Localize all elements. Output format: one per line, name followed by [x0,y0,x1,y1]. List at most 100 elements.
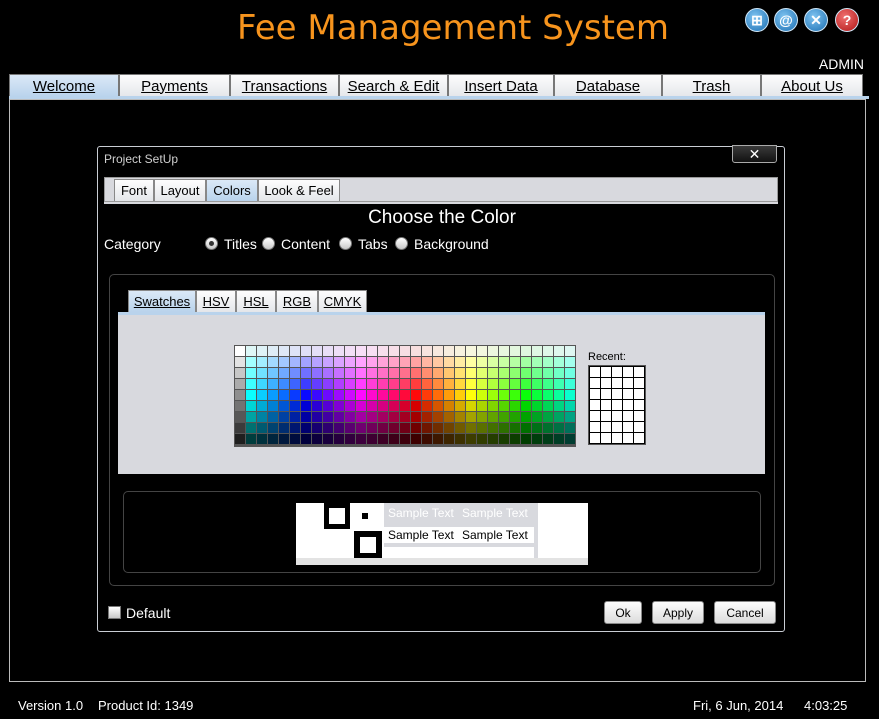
swatch-cell[interactable] [334,434,344,444]
swatch-cell[interactable] [268,368,278,378]
swatch-cell[interactable] [257,357,267,367]
swatch-cell[interactable] [323,434,333,444]
swatch-cell[interactable] [455,412,465,422]
tab-database[interactable]: Database [554,74,662,97]
swatch-cell[interactable] [400,434,410,444]
swatch-cell[interactable] [477,390,487,400]
swatch-cell[interactable] [268,379,278,389]
swatch-cell[interactable] [543,423,553,433]
swatch-cell[interactable] [433,379,443,389]
swatch-cell[interactable] [521,357,531,367]
radio-background[interactable] [395,237,408,250]
swatch-cell[interactable] [246,346,256,356]
swatch-cell[interactable] [301,390,311,400]
swatch-cell[interactable] [565,390,575,400]
tab-transactions[interactable]: Transactions [230,74,339,97]
tab-look-feel[interactable]: Look & Feel [258,179,340,201]
swatch-cell[interactable] [521,368,531,378]
swatch-cell[interactable] [334,379,344,389]
swatch-cell[interactable] [532,423,542,433]
swatch-cell[interactable] [510,357,520,367]
swatch-cell[interactable] [455,423,465,433]
swatch-cell[interactable] [565,346,575,356]
swatch-cell[interactable] [378,412,388,422]
swatch-cell[interactable] [411,412,421,422]
swatch-cell[interactable] [367,357,377,367]
swatch-cell[interactable] [312,379,322,389]
swatch-cell[interactable] [356,401,366,411]
swatch-cell[interactable] [301,379,311,389]
recent-swatch-cell[interactable] [634,378,644,388]
recent-swatch-cell[interactable] [634,433,644,443]
swatch-cell[interactable] [488,434,498,444]
swatch-cell[interactable] [334,423,344,433]
swatch-cell[interactable] [499,401,509,411]
swatch-cell[interactable] [499,423,509,433]
swatch-cell[interactable] [543,390,553,400]
swatch-cell[interactable] [521,412,531,422]
swatch-cell[interactable] [301,401,311,411]
swatch-cell[interactable] [367,390,377,400]
swatch-cell[interactable] [290,401,300,411]
swatch-cell[interactable] [466,434,476,444]
swatch-cell[interactable] [334,357,344,367]
swatch-cell[interactable] [290,412,300,422]
swatch-cell[interactable] [532,357,542,367]
swatch-cell[interactable] [235,423,245,433]
swatch-cell[interactable] [488,423,498,433]
recent-swatch-cell[interactable] [601,389,611,399]
swatch-cell[interactable] [257,401,267,411]
swatch-cell[interactable] [433,390,443,400]
swatch-cell[interactable] [389,368,399,378]
swatch-cell[interactable] [444,401,454,411]
recent-swatch-cell[interactable] [612,400,622,410]
swatch-cell[interactable] [389,357,399,367]
swatch-cell[interactable] [477,346,487,356]
swatch-cell[interactable] [455,357,465,367]
swatch-cell[interactable] [323,368,333,378]
swatch-cell[interactable] [257,434,267,444]
swatch-cell[interactable] [411,390,421,400]
swatch-cell[interactable] [334,390,344,400]
tab-swatches[interactable]: Swatches [128,290,196,312]
recent-swatch-cell[interactable] [634,389,644,399]
swatch-cell[interactable] [378,379,388,389]
swatch-cell[interactable] [389,346,399,356]
swatch-cell[interactable] [367,346,377,356]
swatch-cell[interactable] [433,368,443,378]
swatch-cell[interactable] [389,412,399,422]
default-checkbox[interactable] [108,606,121,619]
swatch-cell[interactable] [367,401,377,411]
recent-swatch-cell[interactable] [623,400,633,410]
swatch-cell[interactable] [433,401,443,411]
swatch-cell[interactable] [554,412,564,422]
recent-swatch-cell[interactable] [623,433,633,443]
recent-swatch-cell[interactable] [612,433,622,443]
tab-cmyk[interactable]: CMYK [318,290,367,312]
swatch-cell[interactable] [378,346,388,356]
swatch-cell[interactable] [356,379,366,389]
swatch-cell[interactable] [422,412,432,422]
swatch-cell[interactable] [290,368,300,378]
swatch-cell[interactable] [510,401,520,411]
swatch-cell[interactable] [367,412,377,422]
swatch-cell[interactable] [301,357,311,367]
swatch-cell[interactable] [345,346,355,356]
swatch-cell[interactable] [367,423,377,433]
swatch-cell[interactable] [400,368,410,378]
swatch-cell[interactable] [356,346,366,356]
swatch-cell[interactable] [356,423,366,433]
swatch-cell[interactable] [400,423,410,433]
swatch-cell[interactable] [268,390,278,400]
swatch-cell[interactable] [367,379,377,389]
swatch-cell[interactable] [565,423,575,433]
swatch-cell[interactable] [235,368,245,378]
swatch-cell[interactable] [554,357,564,367]
swatch-cell[interactable] [444,368,454,378]
swatch-cell[interactable] [356,434,366,444]
swatch-cell[interactable] [532,368,542,378]
swatch-cell[interactable] [554,401,564,411]
swatch-cell[interactable] [521,434,531,444]
swatch-cell[interactable] [477,401,487,411]
swatch-cell[interactable] [378,368,388,378]
